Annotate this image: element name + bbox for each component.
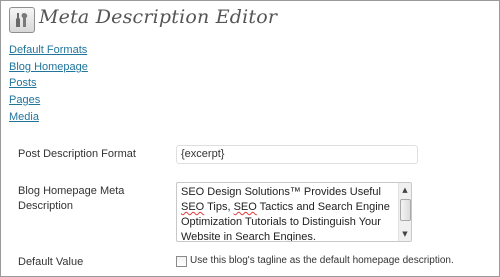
scroll-down-arrow-icon[interactable]: ▼ [399,228,411,240]
nav-link-media[interactable]: Media [9,111,39,123]
use-tagline-checkbox-label[interactable]: Use this blog's tagline as the default h… [190,255,454,266]
blog-homepage-meta-textarea[interactable]: SEO Design Solutions™ Provides Useful SE… [176,182,412,242]
nav-link-blog-homepage[interactable]: Blog Homepage [9,61,88,73]
nav-link-pages[interactable]: Pages [9,94,40,106]
scroll-up-arrow-icon[interactable]: ▲ [399,184,411,196]
page-title: Meta Description Editor [39,6,278,28]
blog-homepage-meta-label: Blog Homepage Meta Description [18,184,124,214]
meta-text-seo-1: SEO [181,201,205,213]
nav-link-default-formats[interactable]: Default Formats [9,44,87,56]
post-description-format-input[interactable]: {excerpt} [176,145,418,164]
nav-link-posts[interactable]: Posts [9,77,37,89]
blog-homepage-meta-value: SEO Design Solutions™ Provides Useful SE… [181,185,393,241]
plugin-tools-icon [9,7,35,33]
use-tagline-checkbox[interactable] [176,256,187,267]
post-description-format-value: {excerpt} [181,148,225,160]
blog-homepage-meta-label-line2: Description [18,200,74,212]
textarea-scrollbar[interactable]: ▲ ▼ [398,183,411,241]
meta-text-part2: Tips, [204,201,234,213]
meta-text-part1: SEO Design Solutions™ Provides Useful [181,186,381,198]
editor-panel: Meta Description Editor Default Formats … [0,0,500,277]
meta-text-seo-2: SEO [233,201,257,213]
post-description-format-label: Post Description Format [18,148,136,160]
scroll-thumb[interactable] [400,199,411,221]
blog-homepage-meta-label-line1: Blog Homepage Meta [18,185,125,197]
default-value-label: Default Value [18,256,84,268]
